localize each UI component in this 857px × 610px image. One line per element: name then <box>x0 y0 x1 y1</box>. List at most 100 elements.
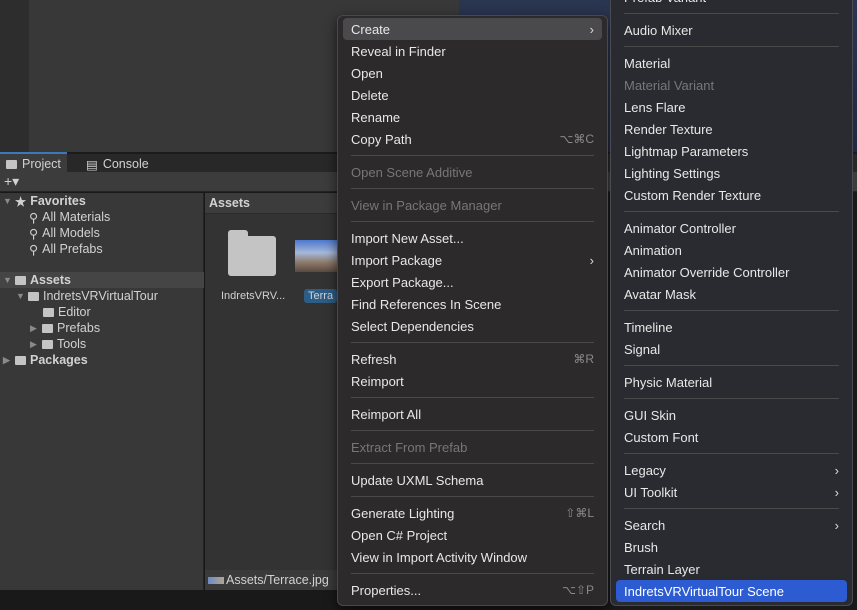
tree-assets[interactable]: ▼ Assets <box>0 272 204 288</box>
menu-item-brush[interactable]: Brush <box>616 536 847 558</box>
menu-item-custom-font[interactable]: Custom Font <box>616 426 847 448</box>
menu-item-open-c-project[interactable]: Open C# Project <box>343 524 602 546</box>
tab-console[interactable]: ▤ Console <box>80 154 155 174</box>
label: Favorites <box>30 194 86 208</box>
chevron-right-icon: › <box>834 484 839 500</box>
menu-item-reimport[interactable]: Reimport <box>343 370 602 392</box>
menu-item-import-new-asset[interactable]: Import New Asset... <box>343 227 602 249</box>
menu-item-import-package[interactable]: Import Package › <box>343 249 602 271</box>
menu-item-lens-flare[interactable]: Lens Flare <box>616 96 847 118</box>
menu-item-render-texture[interactable]: Render Texture <box>616 118 847 140</box>
menu-item-terrain-layer[interactable]: Terrain Layer <box>616 558 847 580</box>
tree-all-models[interactable]: ⚲ All Models <box>29 225 100 241</box>
menu-item-label: Update UXML Schema <box>351 472 484 488</box>
label: Editor <box>58 305 91 319</box>
label: All Prefabs <box>42 242 103 256</box>
menu-item-reveal-in-finder[interactable]: Reveal in Finder <box>343 40 602 62</box>
context-menu: Create › Reveal in Finder Open Delete Rename C… <box>337 15 608 606</box>
menu-item-animation[interactable]: Animation <box>616 239 847 261</box>
menu-item-label: Extract From Prefab <box>351 439 468 455</box>
menu-item-label: UI Toolkit <box>624 484 678 500</box>
menu-item-indretsvrvirtualtour-scene[interactable]: IndretsVRVirtualTour Scene <box>616 580 847 602</box>
menu-item-animator-override-controller[interactable]: Animator Override Controller <box>616 261 847 283</box>
tree-packages[interactable]: ▶ Packages <box>3 352 88 368</box>
status-bar: Assets/Terrace.jpg <box>205 570 340 590</box>
menu-separator <box>624 503 839 514</box>
image-icon <box>208 576 224 584</box>
asset-label[interactable]: IndretsVRV... <box>221 290 285 302</box>
label: Tools <box>57 337 87 351</box>
menu-item-lighting-settings[interactable]: Lighting Settings <box>616 162 847 184</box>
menu-item-custom-render-texture[interactable]: Custom Render Texture <box>616 184 847 206</box>
menu-separator <box>351 150 594 161</box>
menu-item-refresh[interactable]: Refresh ⌘R <box>343 348 602 370</box>
menu-item-search[interactable]: Search › <box>616 514 847 536</box>
menu-item-update-uxml-schema[interactable]: Update UXML Schema <box>343 469 602 491</box>
menu-item-gui-skin[interactable]: GUI Skin <box>616 404 847 426</box>
tree-tools[interactable]: ▶ Tools <box>30 336 86 352</box>
console-icon: ▤ <box>86 157 98 172</box>
menu-item-label: Refresh <box>351 351 397 367</box>
menu-item-timeline[interactable]: Timeline <box>616 316 847 338</box>
menu-item-label: Prefab Variant <box>624 0 706 5</box>
tree-favorites[interactable]: ▼ ★ Favorites <box>3 193 86 209</box>
tree-prefabs[interactable]: ▶ Prefabs <box>30 320 100 336</box>
menu-item-create[interactable]: Create › <box>343 18 602 40</box>
add-button[interactable]: +▾ <box>4 173 19 190</box>
menu-item-label: Animator Override Controller <box>624 264 790 280</box>
menu-item-label: Open <box>351 65 383 81</box>
menu-item-lightmap-parameters[interactable]: Lightmap Parameters <box>616 140 847 162</box>
menu-item-label: Legacy <box>624 462 666 478</box>
menu-item-label: Physic Material <box>624 374 713 390</box>
menu-item-extract-from-prefab: Extract From Prefab <box>343 436 602 458</box>
menu-item-signal[interactable]: Signal <box>616 338 847 360</box>
menu-separator <box>624 206 839 217</box>
project-tree: ▼ ★ Favorites ⚲ All Materials ⚲ All Models ⚲… <box>0 193 204 590</box>
menu-item-prefab-variant[interactable]: Prefab Variant <box>616 0 847 8</box>
menu-item-label: Lighting Settings <box>624 165 721 181</box>
menu-item-select-dependencies[interactable]: Select Dependencies <box>343 315 602 337</box>
tree-indrets[interactable]: ▼ IndretsVRVirtualTour <box>16 288 158 304</box>
terrace-thumbnail[interactable] <box>295 240 340 272</box>
menu-separator <box>351 216 594 227</box>
menu-item-ui-toolkit[interactable]: UI Toolkit › <box>616 481 847 503</box>
asset-grid: Assets IndretsVRV... Terra <box>205 193 340 590</box>
menu-item-label: Material <box>624 55 671 71</box>
menu-item-open[interactable]: Open <box>343 62 602 84</box>
menu-item-legacy[interactable]: Legacy › <box>616 459 847 481</box>
menu-item-label: Signal <box>624 341 661 357</box>
tree-all-prefabs[interactable]: ⚲ All Prefabs <box>29 241 103 257</box>
shortcut-label: ⌘R <box>573 352 594 366</box>
menu-item-material[interactable]: Material <box>616 52 847 74</box>
menu-item-properties[interactable]: Properties... ⌥⇧P <box>343 579 602 601</box>
menu-item-export-package[interactable]: Export Package... <box>343 271 602 293</box>
menu-item-animator-controller[interactable]: Animator Controller <box>616 217 847 239</box>
menu-item-avatar-mask[interactable]: Avatar Mask <box>616 283 847 305</box>
menu-item-label: Import New Asset... <box>351 230 464 246</box>
menu-item-generate-lighting[interactable]: Generate Lighting ⇧⌘L <box>343 502 602 524</box>
menu-separator <box>351 337 594 348</box>
label: IndretsVRVirtualTour <box>43 289 158 303</box>
menu-item-audio-mixer[interactable]: Audio Mixer <box>616 19 847 41</box>
folder-icon <box>6 159 17 169</box>
menu-item-physic-material[interactable]: Physic Material <box>616 371 847 393</box>
menu-item-view-in-import-activity-window[interactable]: View in Import Activity Window <box>343 546 602 568</box>
menu-item-find-references-in-scene[interactable]: Find References In Scene <box>343 293 602 315</box>
tree-editor[interactable]: Editor <box>43 304 91 320</box>
tree-all-materials[interactable]: ⚲ All Materials <box>29 209 110 225</box>
search-icon: ⚲ <box>29 210 39 225</box>
menu-item-label: Copy Path <box>351 131 412 147</box>
menu-item-copy-path[interactable]: Copy Path ⌥⌘C <box>343 128 602 150</box>
folder-asset-icon[interactable] <box>228 230 276 276</box>
chevron-right-icon: › <box>589 21 594 37</box>
tab-project[interactable]: Project <box>0 152 67 174</box>
menu-item-rename[interactable]: Rename <box>343 106 602 128</box>
folder-open-icon <box>28 291 39 301</box>
menu-item-delete[interactable]: Delete <box>343 84 602 106</box>
menu-item-reimport-all[interactable]: Reimport All <box>343 403 602 425</box>
menu-item-label: Reimport All <box>351 406 422 422</box>
menu-item-label: Rename <box>351 109 401 125</box>
menu-separator <box>351 491 594 502</box>
asset-label-selected[interactable]: Terra <box>304 289 338 303</box>
folder-icon <box>42 323 53 333</box>
